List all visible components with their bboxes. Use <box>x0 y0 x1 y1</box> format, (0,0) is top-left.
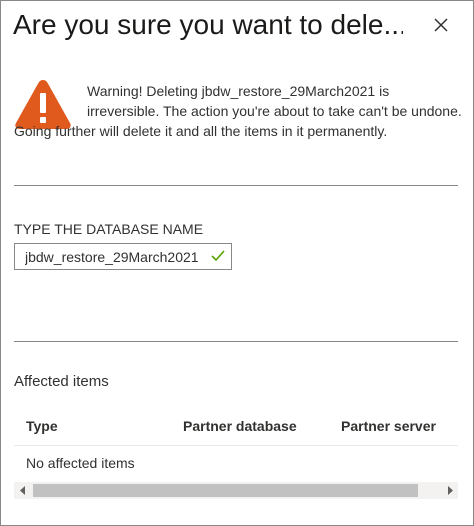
database-name-input[interactable] <box>15 244 205 269</box>
database-name-label: TYPE THE DATABASE NAME <box>14 221 204 237</box>
close-button[interactable] <box>425 9 457 41</box>
warning-message: Warning! Deleting jbdw_restore_29March20… <box>14 81 464 141</box>
empty-table-message: No affected items <box>26 455 135 471</box>
section-divider <box>14 185 458 186</box>
affected-items-heading: Affected items <box>14 373 109 390</box>
column-header-type[interactable]: Type <box>26 417 58 435</box>
column-header-partner-database[interactable]: Partner database <box>183 417 297 435</box>
scroll-right-button[interactable] <box>441 482 458 499</box>
section-divider <box>14 341 458 342</box>
scrollbar-thumb[interactable] <box>33 484 418 497</box>
scroll-right-arrow-icon <box>447 486 453 495</box>
database-name-field[interactable] <box>14 243 232 270</box>
delete-confirmation-dialog: Are you sure you want to dele... Warning… <box>0 0 474 526</box>
scroll-left-button[interactable] <box>14 482 31 499</box>
header-row-divider <box>14 445 458 446</box>
checkmark-icon <box>211 250 225 262</box>
horizontal-scrollbar[interactable] <box>14 482 458 499</box>
column-header-partner-server[interactable]: Partner server <box>341 417 436 435</box>
scroll-left-arrow-icon <box>19 486 25 495</box>
dialog-title: Are you sure you want to dele... <box>13 9 403 40</box>
close-icon <box>434 18 448 32</box>
